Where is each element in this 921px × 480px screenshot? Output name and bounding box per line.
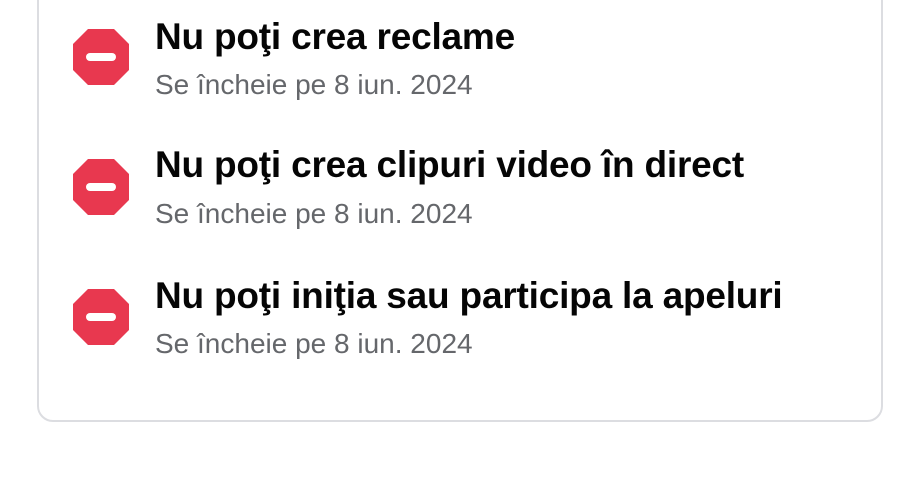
stop-icon [73, 289, 129, 345]
restriction-end-date: Se încheie pe 8 iun. 2024 [155, 328, 473, 359]
restriction-end-date: Se încheie pe 8 iun. 2024 [155, 198, 473, 229]
restriction-title: Nu poţi iniţia sau participa la apeluri [155, 275, 783, 316]
restriction-item-calls: Nu poţi iniţia sau participa la apeluri … [39, 0, 881, 358]
restriction-title: Nu poţi crea clipuri video în direct [155, 144, 745, 185]
restrictions-card: Nu poţi crea reclame Se încheie pe 8 iun… [37, 0, 883, 422]
stop-icon [73, 159, 129, 215]
